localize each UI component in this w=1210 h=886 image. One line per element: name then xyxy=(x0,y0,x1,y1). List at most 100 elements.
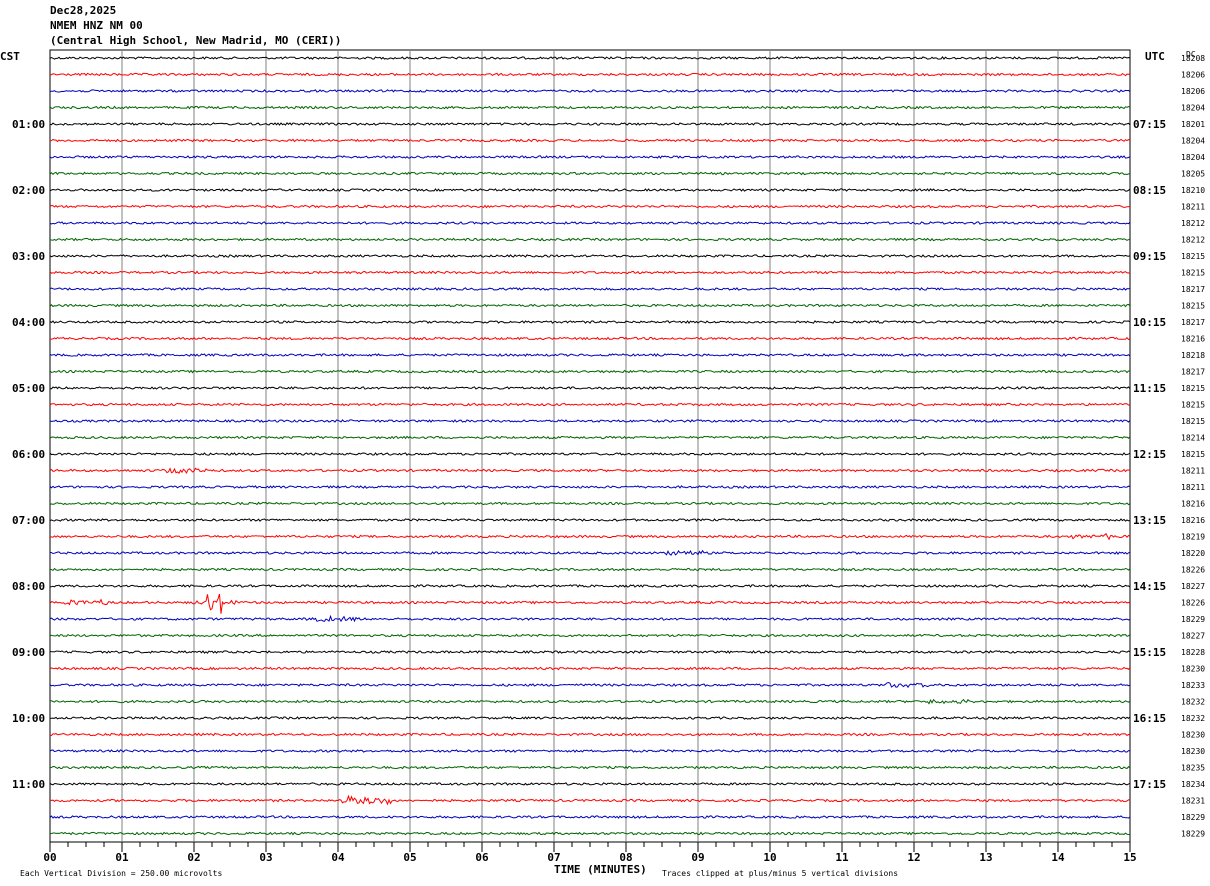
dc-offset-label: 18232 xyxy=(1181,714,1205,723)
seismic-trace xyxy=(49,831,1131,836)
seismic-trace xyxy=(49,815,1131,819)
dc-offset-label: 18205 xyxy=(1181,170,1205,179)
right-hour-label: 08:15 xyxy=(1133,184,1166,197)
dc-offset-label: 18230 xyxy=(1181,747,1205,756)
x-tick-label: 03 xyxy=(259,851,272,864)
seismic-trace xyxy=(49,188,1131,192)
seismic-trace xyxy=(49,501,1131,506)
left-hour-label: 01:00 xyxy=(12,118,45,131)
seismic-trace xyxy=(49,419,1131,423)
dc-offset-label: 18230 xyxy=(1181,731,1205,740)
left-hour-label: 10:00 xyxy=(12,712,45,725)
seismic-trace xyxy=(49,336,1131,341)
helicorder-plot: 18208 18206 18206 18204 18201 18204 18204 18205… xyxy=(12,49,1205,864)
x-tick-label: 12 xyxy=(907,851,920,864)
right-hour-label: 16:15 xyxy=(1133,712,1166,725)
x-tick-label: 13 xyxy=(979,851,992,864)
dc-offset-label: 18215 xyxy=(1181,252,1205,261)
left-hour-label: 09:00 xyxy=(12,646,45,659)
right-hour-label: 15:15 xyxy=(1133,646,1166,659)
left-hour-label: 05:00 xyxy=(12,382,45,395)
seismic-trace xyxy=(49,593,1131,614)
seismic-trace xyxy=(49,56,1131,60)
dc-offset-label: 18229 xyxy=(1181,813,1205,822)
dc-offset-label: 18217 xyxy=(1181,318,1205,327)
dc-offset-label: 18229 xyxy=(1181,615,1205,624)
plot-frame xyxy=(49,49,1131,843)
seismic-trace xyxy=(49,155,1131,159)
dc-offset-label: 18214 xyxy=(1181,434,1205,443)
seismic-trace xyxy=(49,650,1131,654)
dc-offset-label: 18215 xyxy=(1181,417,1205,426)
seismic-trace xyxy=(49,369,1130,374)
clip-note: Traces clipped at plus/minus 5 vertical … xyxy=(662,869,899,878)
dc-offset-label: 18231 xyxy=(1181,797,1205,806)
dc-offset-label: 18234 xyxy=(1181,780,1205,789)
seismic-trace xyxy=(49,749,1131,753)
dc-offset-label: 18204 xyxy=(1181,153,1205,162)
seismic-trace xyxy=(49,237,1131,242)
scale-note: Each Vertical Division = 250.00 microvol… xyxy=(20,869,223,878)
seismic-trace xyxy=(49,765,1131,770)
right-hour-label: 10:15 xyxy=(1133,316,1166,329)
seismic-trace xyxy=(49,402,1131,407)
dc-offset-label: 18228 xyxy=(1181,648,1205,657)
dc-offset-label: 18229 xyxy=(1181,830,1205,839)
seismic-trace xyxy=(49,698,1131,705)
seismic-trace xyxy=(49,716,1131,720)
dc-offset-label: 18216 xyxy=(1181,335,1205,344)
seismic-trace xyxy=(49,681,1131,689)
x-tick-label: 05 xyxy=(403,851,416,864)
dc-offset-label: 18210 xyxy=(1181,186,1205,195)
seismic-trace xyxy=(49,320,1131,324)
dc-offset-label: 18208 xyxy=(1181,54,1205,63)
seismic-trace xyxy=(49,138,1131,143)
dc-offset-label: 18212 xyxy=(1181,236,1205,245)
x-tick-label: 09 xyxy=(691,851,704,864)
seismic-trace xyxy=(49,549,1131,556)
seismic-trace xyxy=(49,254,1131,258)
seismic-trace xyxy=(49,518,1131,522)
seismic-trace xyxy=(49,353,1131,357)
dc-offset-label: 18232 xyxy=(1181,698,1205,707)
dc-offset-label: 18227 xyxy=(1181,632,1205,641)
dc-offset-label: 18217 xyxy=(1181,285,1205,294)
left-hour-label: 08:00 xyxy=(12,580,45,593)
seismic-trace xyxy=(49,386,1131,390)
dc-offset-label: 18211 xyxy=(1181,467,1205,476)
right-hour-label: 12:15 xyxy=(1133,448,1166,461)
seismic-trace xyxy=(49,105,1131,110)
x-tick-label: 15 xyxy=(1123,851,1136,864)
seismic-trace xyxy=(49,270,1131,275)
dc-offset-label: 18215 xyxy=(1181,384,1205,393)
left-hour-label: 06:00 xyxy=(12,448,45,461)
seismic-trace xyxy=(49,485,1131,489)
dc-offset-label: 18211 xyxy=(1181,483,1205,492)
dc-offset-label: 18201 xyxy=(1181,120,1205,129)
dc-offset-label: 18215 xyxy=(1181,269,1205,278)
x-tick-label: 11 xyxy=(835,851,849,864)
right-hour-label: 13:15 xyxy=(1133,514,1166,527)
left-hour-label: 03:00 xyxy=(12,250,45,263)
dc-offset-label: 18211 xyxy=(1181,203,1205,212)
seismic-trace xyxy=(49,633,1131,638)
left-hour-label: 07:00 xyxy=(12,514,45,527)
dc-offset-label: 18226 xyxy=(1181,566,1205,575)
dc-offset-label: 18215 xyxy=(1181,450,1205,459)
dc-offset-label: 18218 xyxy=(1181,351,1205,360)
seismic-trace xyxy=(49,567,1131,572)
dc-offset-label: 18215 xyxy=(1181,302,1205,311)
x-tick-label: 01 xyxy=(115,851,129,864)
dc-offset-label: 18219 xyxy=(1181,533,1205,542)
seismic-trace xyxy=(49,794,1131,806)
seismic-trace xyxy=(49,614,1131,623)
seismic-trace xyxy=(49,666,1131,671)
dc-offset-label: 18215 xyxy=(1181,401,1205,410)
left-hour-label: 04:00 xyxy=(12,316,45,329)
dc-offset-label: 18220 xyxy=(1181,549,1205,558)
seismic-trace xyxy=(49,287,1131,291)
seismic-trace xyxy=(49,532,1131,541)
right-hour-label: 09:15 xyxy=(1133,250,1166,263)
seismic-trace xyxy=(49,221,1131,225)
x-tick-label: 04 xyxy=(331,851,345,864)
